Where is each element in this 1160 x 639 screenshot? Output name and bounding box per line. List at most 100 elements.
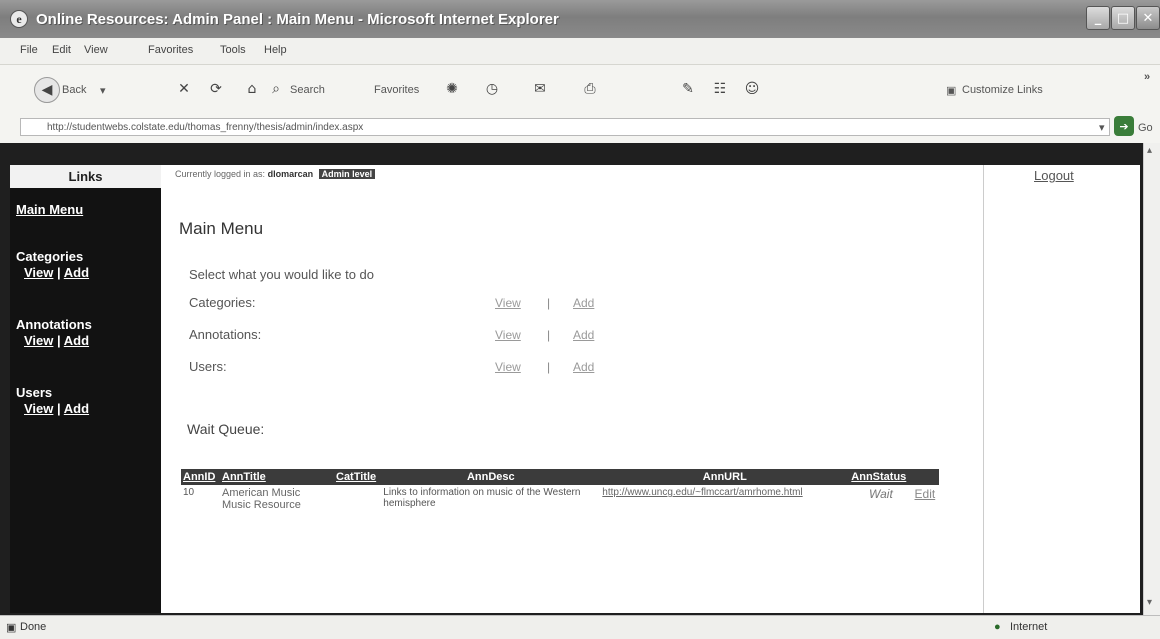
edit-page-icon[interactable]: ✎ [676, 77, 700, 101]
messenger-icon[interactable]: ☺ [740, 77, 764, 101]
address-input[interactable]: http://studentwebs.colstate.edu/thomas_f… [20, 118, 1110, 136]
table-header-row: AnnID AnnTitle CatTitle AnnDesc AnnURL A… [181, 469, 939, 485]
login-prefix: Currently logged in as: [175, 169, 266, 179]
address-bar: http://studentwebs.colstate.edu/thomas_f… [0, 113, 1160, 144]
address-dropdown-icon[interactable]: ▾ [1099, 121, 1105, 134]
menu-view[interactable]: View [84, 44, 108, 56]
annotations-row-label: Annotations: [189, 327, 262, 342]
customize-links-icon[interactable]: ▣ [946, 84, 956, 97]
menu-tools[interactable]: Tools [220, 44, 246, 56]
favorites-label[interactable]: Favorites [374, 84, 419, 96]
menu-file[interactable]: File [20, 44, 38, 56]
cell-annid: 10 [183, 487, 195, 498]
menu-edit[interactable]: Edit [52, 44, 71, 56]
search-icon[interactable]: ⌕ [264, 77, 288, 101]
back-arrow-icon[interactable]: ◀ [34, 77, 60, 103]
header-annstatus[interactable]: AnnStatus [849, 469, 913, 485]
page-title: Main Menu [179, 219, 264, 238]
media-icon[interactable]: ✺ [440, 77, 464, 101]
main-panel: Currently logged in as: dlomarcan Admin … [161, 165, 979, 613]
customize-links-label[interactable]: Customize Links [962, 84, 1043, 96]
stop-icon[interactable]: ✕ [172, 77, 196, 101]
close-button[interactable]: ✕ [1136, 6, 1160, 30]
header-annurl: AnnURL [600, 469, 850, 485]
header-cattitle[interactable]: CatTitle [334, 469, 382, 485]
menu-help[interactable]: Help [264, 44, 287, 56]
back-dropdown-icon[interactable]: ▾ [100, 84, 106, 97]
logout-link[interactable]: Logout [1034, 168, 1074, 183]
table-row: 10 American Music Music Resource Links t… [181, 485, 939, 513]
separator: | [547, 328, 551, 342]
window-title: Online Resources: Admin Panel : Main Men… [36, 10, 559, 28]
header-annid[interactable]: AnnID [181, 469, 220, 485]
categories-view-link[interactable]: View [495, 296, 521, 310]
sidebar-categories-title: Categories [16, 249, 84, 264]
title-bar: e Online Resources: Admin Panel : Main M… [0, 0, 1160, 38]
page-content: Links Main Menu Categories View | Add An… [10, 165, 1140, 613]
wait-queue-title: Wait Queue: [187, 421, 265, 437]
edit-link[interactable]: Edit [913, 485, 939, 513]
print-icon[interactable]: ⎙ [578, 77, 602, 101]
toolbar: ◀ Back ▾ ✕ ⟳ ⌂ ⌕ Search Favorites ✺ ◷ ✉ … [0, 65, 1160, 114]
sidebar-annotations-actions: View | Add [24, 333, 89, 348]
header-edit [912, 469, 939, 485]
go-label[interactable]: Go [1138, 122, 1153, 134]
wait-queue-table: AnnID AnnTitle CatTitle AnnDesc AnnURL A… [181, 469, 939, 513]
sidebar-users-add-link[interactable]: Add [64, 401, 89, 416]
annotations-view-link[interactable]: View [495, 328, 521, 342]
sidebar-annotations-title: Annotations [16, 317, 92, 332]
sidebar-header: Links [10, 165, 161, 188]
sidebar: Links Main Menu Categories View | Add An… [10, 165, 161, 613]
sidebar-annotations-view-link[interactable]: View [24, 333, 53, 348]
cell-annurl-link[interactable]: http://www.uncg.edu/~flmccart/amrhome.ht… [600, 485, 849, 513]
separator: | [57, 401, 61, 416]
discuss-icon[interactable]: ☷ [708, 77, 732, 101]
separator: | [547, 360, 551, 374]
back-label[interactable]: Back [62, 84, 86, 96]
maximize-button[interactable]: □ [1111, 6, 1135, 30]
vertical-scrollbar[interactable]: ▴ ▾ [1143, 143, 1160, 615]
sidebar-users-title: Users [16, 385, 53, 400]
minimize-button[interactable]: _ [1086, 6, 1110, 30]
annotations-add-link[interactable]: Add [573, 328, 594, 342]
search-label[interactable]: Search [290, 84, 325, 96]
mail-icon[interactable]: ✉ [528, 77, 552, 101]
users-add-link[interactable]: Add [573, 360, 594, 374]
header-anntitle[interactable]: AnnTitle [220, 469, 334, 485]
status-text: Done [20, 621, 47, 633]
cell-anntitle: American Music Music Resource [222, 487, 301, 511]
refresh-icon[interactable]: ⟳ [204, 77, 228, 101]
cell-anndesc: Links to information on music of the Wes… [383, 487, 581, 509]
sidebar-annotations-add-link[interactable]: Add [64, 333, 89, 348]
scroll-down-icon[interactable]: ▾ [1147, 597, 1152, 608]
sidebar-categories-actions: View | Add [24, 265, 89, 280]
zone-text: Internet [1010, 621, 1048, 633]
separator: | [57, 265, 61, 280]
go-arrow-icon[interactable]: ➔ [1114, 116, 1134, 136]
home-icon[interactable]: ⌂ [240, 77, 264, 101]
toolbar-overflow-icon[interactable]: » [1144, 71, 1150, 83]
login-status: Currently logged in as: dlomarcan Admin … [175, 169, 376, 179]
history-icon[interactable]: ◷ [480, 77, 504, 101]
status-bar: ▣ Done ● Internet [0, 615, 1160, 639]
sidebar-main-menu-link[interactable]: Main Menu [16, 202, 83, 217]
page-viewport: Links Main Menu Categories View | Add An… [0, 143, 1160, 615]
instruction-text: Select what you would like to do [189, 267, 374, 282]
categories-row-label: Categories: [189, 295, 256, 310]
sidebar-categories-view-link[interactable]: View [24, 265, 53, 280]
sidebar-users-actions: View | Add [24, 401, 89, 416]
sidebar-users-view-link[interactable]: View [24, 401, 53, 416]
menu-bar: File Edit View Favorites Tools Help [0, 38, 1160, 65]
internet-zone-icon: ● [994, 621, 1001, 633]
categories-add-link[interactable]: Add [573, 296, 594, 310]
separator: | [547, 296, 551, 310]
cell-annstatus: Wait [869, 487, 893, 501]
menu-favorites[interactable]: Favorites [148, 44, 193, 56]
separator: | [57, 333, 61, 348]
users-row-label: Users: [189, 359, 227, 374]
username: dlomarcan [267, 169, 314, 179]
scroll-up-icon[interactable]: ▴ [1147, 145, 1152, 156]
users-view-link[interactable]: View [495, 360, 521, 374]
right-panel: Logout [983, 165, 1137, 613]
sidebar-categories-add-link[interactable]: Add [64, 265, 89, 280]
